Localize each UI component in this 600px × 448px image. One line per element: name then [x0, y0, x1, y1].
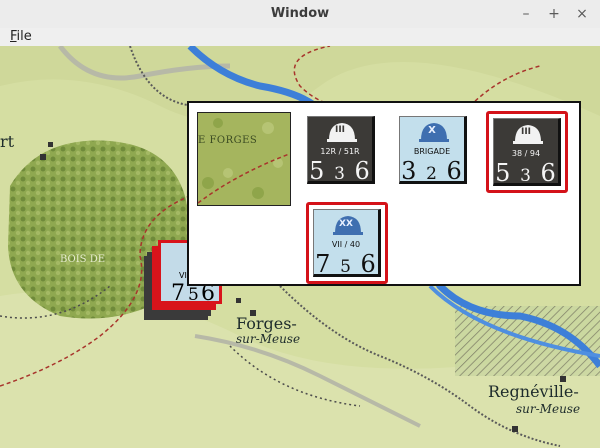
unit-factors: 3 2 6: [400, 157, 464, 185]
stack-factor-attack: 7: [171, 281, 185, 306]
stack-popup: E FORGES III 12R / 51R 5 3 6 X BRIGADE 3…: [187, 101, 581, 286]
terrain-thumbnail[interactable]: E FORGES: [197, 112, 291, 206]
town-label-rt: rt: [0, 132, 15, 151]
unit-counter[interactable]: XX VII / 40 7 5 6: [313, 209, 381, 278]
unit-factors: 7 5 6: [314, 250, 378, 278]
factor-movement: 6: [360, 250, 377, 278]
unit-id: 38 / 94: [511, 149, 541, 158]
unit-counter-slot[interactable]: X BRIGADE 3 2 6: [394, 111, 476, 193]
unit-id: 12R / 51R: [320, 147, 360, 156]
window-title: Window: [270, 6, 330, 21]
factor-defense: 5: [340, 257, 352, 277]
factor-attack: 7: [315, 250, 332, 278]
maximize-button[interactable]: +: [544, 4, 564, 24]
unit-counter-slot-selected[interactable]: XX VII / 40 7 5 6: [306, 202, 388, 284]
unit-id: VII / 40: [331, 240, 361, 249]
unit-counter[interactable]: X BRIGADE 3 2 6: [399, 116, 467, 185]
unit-counter-slot-selected[interactable]: III 38 / 94 5 3 6: [486, 111, 568, 193]
terrain-thumbnail-image: [198, 113, 290, 205]
factor-movement: 6: [446, 157, 463, 185]
menu-bar: File: [0, 28, 600, 46]
unit-id: BRIGADE: [413, 147, 451, 156]
factor-movement: 6: [354, 157, 371, 185]
town-label-forges-sub: sur-Meuse: [236, 332, 301, 346]
echelon-mark: III: [334, 125, 346, 135]
echelon-mark: XX: [339, 219, 353, 229]
minimize-button[interactable]: –: [516, 4, 536, 24]
town-label-regneville: Regnéville-: [488, 382, 579, 401]
factor-defense: 3: [520, 166, 532, 186]
factor-movement: 6: [540, 159, 557, 187]
unit-counter[interactable]: III 38 / 94 5 3 6: [493, 118, 561, 187]
town-label-regneville-sub: sur-Meuse: [516, 402, 581, 416]
woods-label: BOIS DE: [60, 254, 106, 265]
stack-factor-defense: 5: [188, 285, 199, 305]
factor-defense: 2: [426, 164, 438, 184]
unit-counter[interactable]: III 12R / 51R 5 3 6: [307, 116, 375, 185]
factor-attack: 5: [495, 159, 512, 187]
stack-unit-id: VI: [179, 271, 187, 280]
window-titlebar[interactable]: Window – + ×: [0, 0, 600, 29]
menu-file[interactable]: File: [10, 29, 32, 44]
factor-defense: 3: [334, 164, 346, 184]
unit-factors: 5 3 6: [308, 157, 372, 185]
factor-attack: 3: [401, 157, 418, 185]
echelon-mark: X: [428, 125, 436, 136]
terrain-thumbnail-label: E FORGES: [198, 135, 258, 146]
town-label-forges: Forges-: [236, 314, 297, 333]
unit-factors: 5 3 6: [494, 159, 558, 187]
close-button[interactable]: ×: [572, 4, 592, 24]
echelon-mark: III: [520, 127, 532, 137]
factor-attack: 5: [309, 157, 326, 185]
unit-counter-slot[interactable]: III 12R / 51R 5 3 6: [302, 111, 384, 193]
